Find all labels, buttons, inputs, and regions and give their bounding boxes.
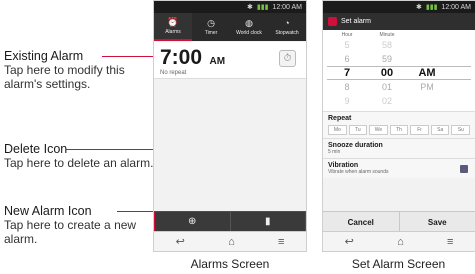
screen-header: Set alarm xyxy=(323,13,475,30)
hour-value: 9 xyxy=(344,96,350,106)
bluetooth-icon: ✱ xyxy=(246,4,253,11)
alarm-toggle-icon[interactable]: ⏱ xyxy=(279,50,296,67)
time-picker[interactable]: Hour Minute 5 58 6 59 7 00 AM 8 01 PM 9 … xyxy=(323,30,475,111)
ampm-value: AM xyxy=(418,67,436,79)
nav-bar: ↩ ⌂ ≡ xyxy=(323,231,475,251)
back-icon[interactable]: ↩ xyxy=(176,235,185,248)
day-toggle[interactable]: Sa xyxy=(430,125,450,135)
callout-desc: Tap here to delete an alarm. xyxy=(4,156,154,170)
alarm-ampm: AM xyxy=(209,56,226,67)
status-time: 12:00 AM xyxy=(272,3,302,11)
alarms-screen: ✱ ▮▮▮ 12:00 AM ⏰ Alarms ◷ Timer ◍ World … xyxy=(153,0,307,252)
action-bar: ⊕ ▮ xyxy=(154,211,306,232)
snooze-title: Snooze duration xyxy=(328,142,383,149)
snooze-section[interactable]: Snooze duration 5 min xyxy=(323,138,475,158)
minute-value: 59 xyxy=(381,54,392,64)
day-toggle[interactable]: We xyxy=(369,125,388,135)
picker-row[interactable]: 9 02 xyxy=(327,94,471,108)
tab-bar: ⏰ Alarms ◷ Timer ◍ World clock ◔ Stopwat… xyxy=(154,13,306,41)
ampm-value: PM xyxy=(420,82,434,92)
set-alarm-screen: ✱ ▮▮▮ 12:00 AM Set alarm Hour Minute 5 5… xyxy=(322,0,475,252)
leader-line-existing-alarm xyxy=(102,56,155,57)
home-icon[interactable]: ⌂ xyxy=(228,236,235,248)
callout-desc: Tap here to create a new alarm. xyxy=(4,218,137,246)
snooze-value: 5 min xyxy=(328,149,341,155)
signal-icon: ▮▮▮ xyxy=(256,4,269,11)
tab-stopwatch[interactable]: ◔ Stopwatch xyxy=(268,13,306,41)
existing-alarm-item[interactable]: 7:00 AM No repeat ⏱ xyxy=(154,42,306,79)
repeat-title: Repeat xyxy=(328,115,352,122)
repeat-section: Repeat Mo Tu We Th Fr Sa Su xyxy=(323,111,475,138)
menu-icon[interactable]: ≡ xyxy=(278,236,284,248)
timer-icon: ◷ xyxy=(207,17,215,28)
minute-label: Minute xyxy=(379,32,395,38)
tab-label: World clock xyxy=(236,29,262,36)
alarm-repeat: No repeat xyxy=(160,70,187,76)
menu-icon[interactable]: ≡ xyxy=(447,236,453,248)
tab-label: Stopwatch xyxy=(275,29,299,36)
vibration-desc: Vibrate when alarm sounds xyxy=(328,169,389,175)
new-alarm-icon[interactable]: ⊕ xyxy=(155,212,230,231)
day-toggle[interactable]: Tu xyxy=(348,125,368,135)
minute-value: 58 xyxy=(381,40,392,50)
tab-timer[interactable]: ◷ Timer xyxy=(192,13,230,41)
signal-icon: ▮▮▮ xyxy=(425,4,438,11)
hour-value: 8 xyxy=(344,82,350,92)
hour-label: Hour xyxy=(341,32,353,38)
minute-value: 01 xyxy=(381,82,392,92)
status-time: 12:00 AM xyxy=(441,3,471,11)
globe-icon: ◍ xyxy=(245,17,253,28)
callout-desc: Tap here to modify this alarm's settings… xyxy=(4,63,125,91)
delete-icon[interactable]: ▮ xyxy=(229,212,306,231)
repeat-days: Mo Tu We Th Fr Sa Su xyxy=(328,125,471,135)
button-bar: Cancel Save xyxy=(323,211,475,232)
nav-bar: ↩ ⌂ ≡ xyxy=(154,231,306,251)
picker-row[interactable]: 6 59 xyxy=(327,52,471,66)
vibration-section[interactable]: Vibration Vibrate when alarm sounds xyxy=(323,158,475,178)
vibration-checkbox[interactable] xyxy=(460,165,468,173)
tab-label: Alarms xyxy=(165,28,181,35)
tab-label: Timer xyxy=(204,29,218,36)
status-bar: ✱ ▮▮▮ 12:00 AM xyxy=(154,1,306,13)
hour-value: 6 xyxy=(344,54,350,64)
caption-alarms-screen: Alarms Screen xyxy=(190,257,270,271)
tab-world-clock[interactable]: ◍ World clock xyxy=(230,13,268,41)
home-icon[interactable]: ⌂ xyxy=(397,236,404,248)
tab-alarms[interactable]: ⏰ Alarms xyxy=(154,13,192,41)
hour-value: 7 xyxy=(343,67,351,79)
alarm-time: 7:00 xyxy=(160,46,203,69)
bluetooth-icon: ✱ xyxy=(415,4,422,11)
status-bar: ✱ ▮▮▮ 12:00 AM xyxy=(323,1,475,13)
day-toggle[interactable]: Fr xyxy=(410,125,429,135)
day-toggle[interactable]: Mo xyxy=(328,125,347,135)
screen-title: Set alarm xyxy=(341,18,371,25)
day-toggle[interactable]: Su xyxy=(451,125,471,135)
picker-row[interactable]: 8 01 PM xyxy=(327,80,471,94)
hour-value: 5 xyxy=(344,40,350,50)
vibration-title: Vibration xyxy=(328,162,359,169)
minute-value: 00 xyxy=(380,67,394,79)
leader-line-new-alarm xyxy=(117,211,154,212)
save-button[interactable]: Save xyxy=(398,212,475,232)
caption-set-alarm-screen: Set Alarm Screen xyxy=(351,257,446,271)
alarm-app-icon xyxy=(328,17,337,26)
picker-row[interactable]: 5 58 xyxy=(327,38,471,52)
alarm-clock-icon: ⏰ xyxy=(167,16,179,27)
cancel-button[interactable]: Cancel xyxy=(323,212,399,232)
back-icon[interactable]: ↩ xyxy=(345,235,354,248)
picker-row-selected[interactable]: 7 00 AM xyxy=(327,66,471,80)
minute-value: 02 xyxy=(381,96,392,106)
callout-delete-icon: Delete Icon Tap here to delete an alarm. xyxy=(4,142,154,170)
stopwatch-icon: ◔ xyxy=(284,17,290,28)
day-toggle[interactable]: Th xyxy=(389,125,409,135)
